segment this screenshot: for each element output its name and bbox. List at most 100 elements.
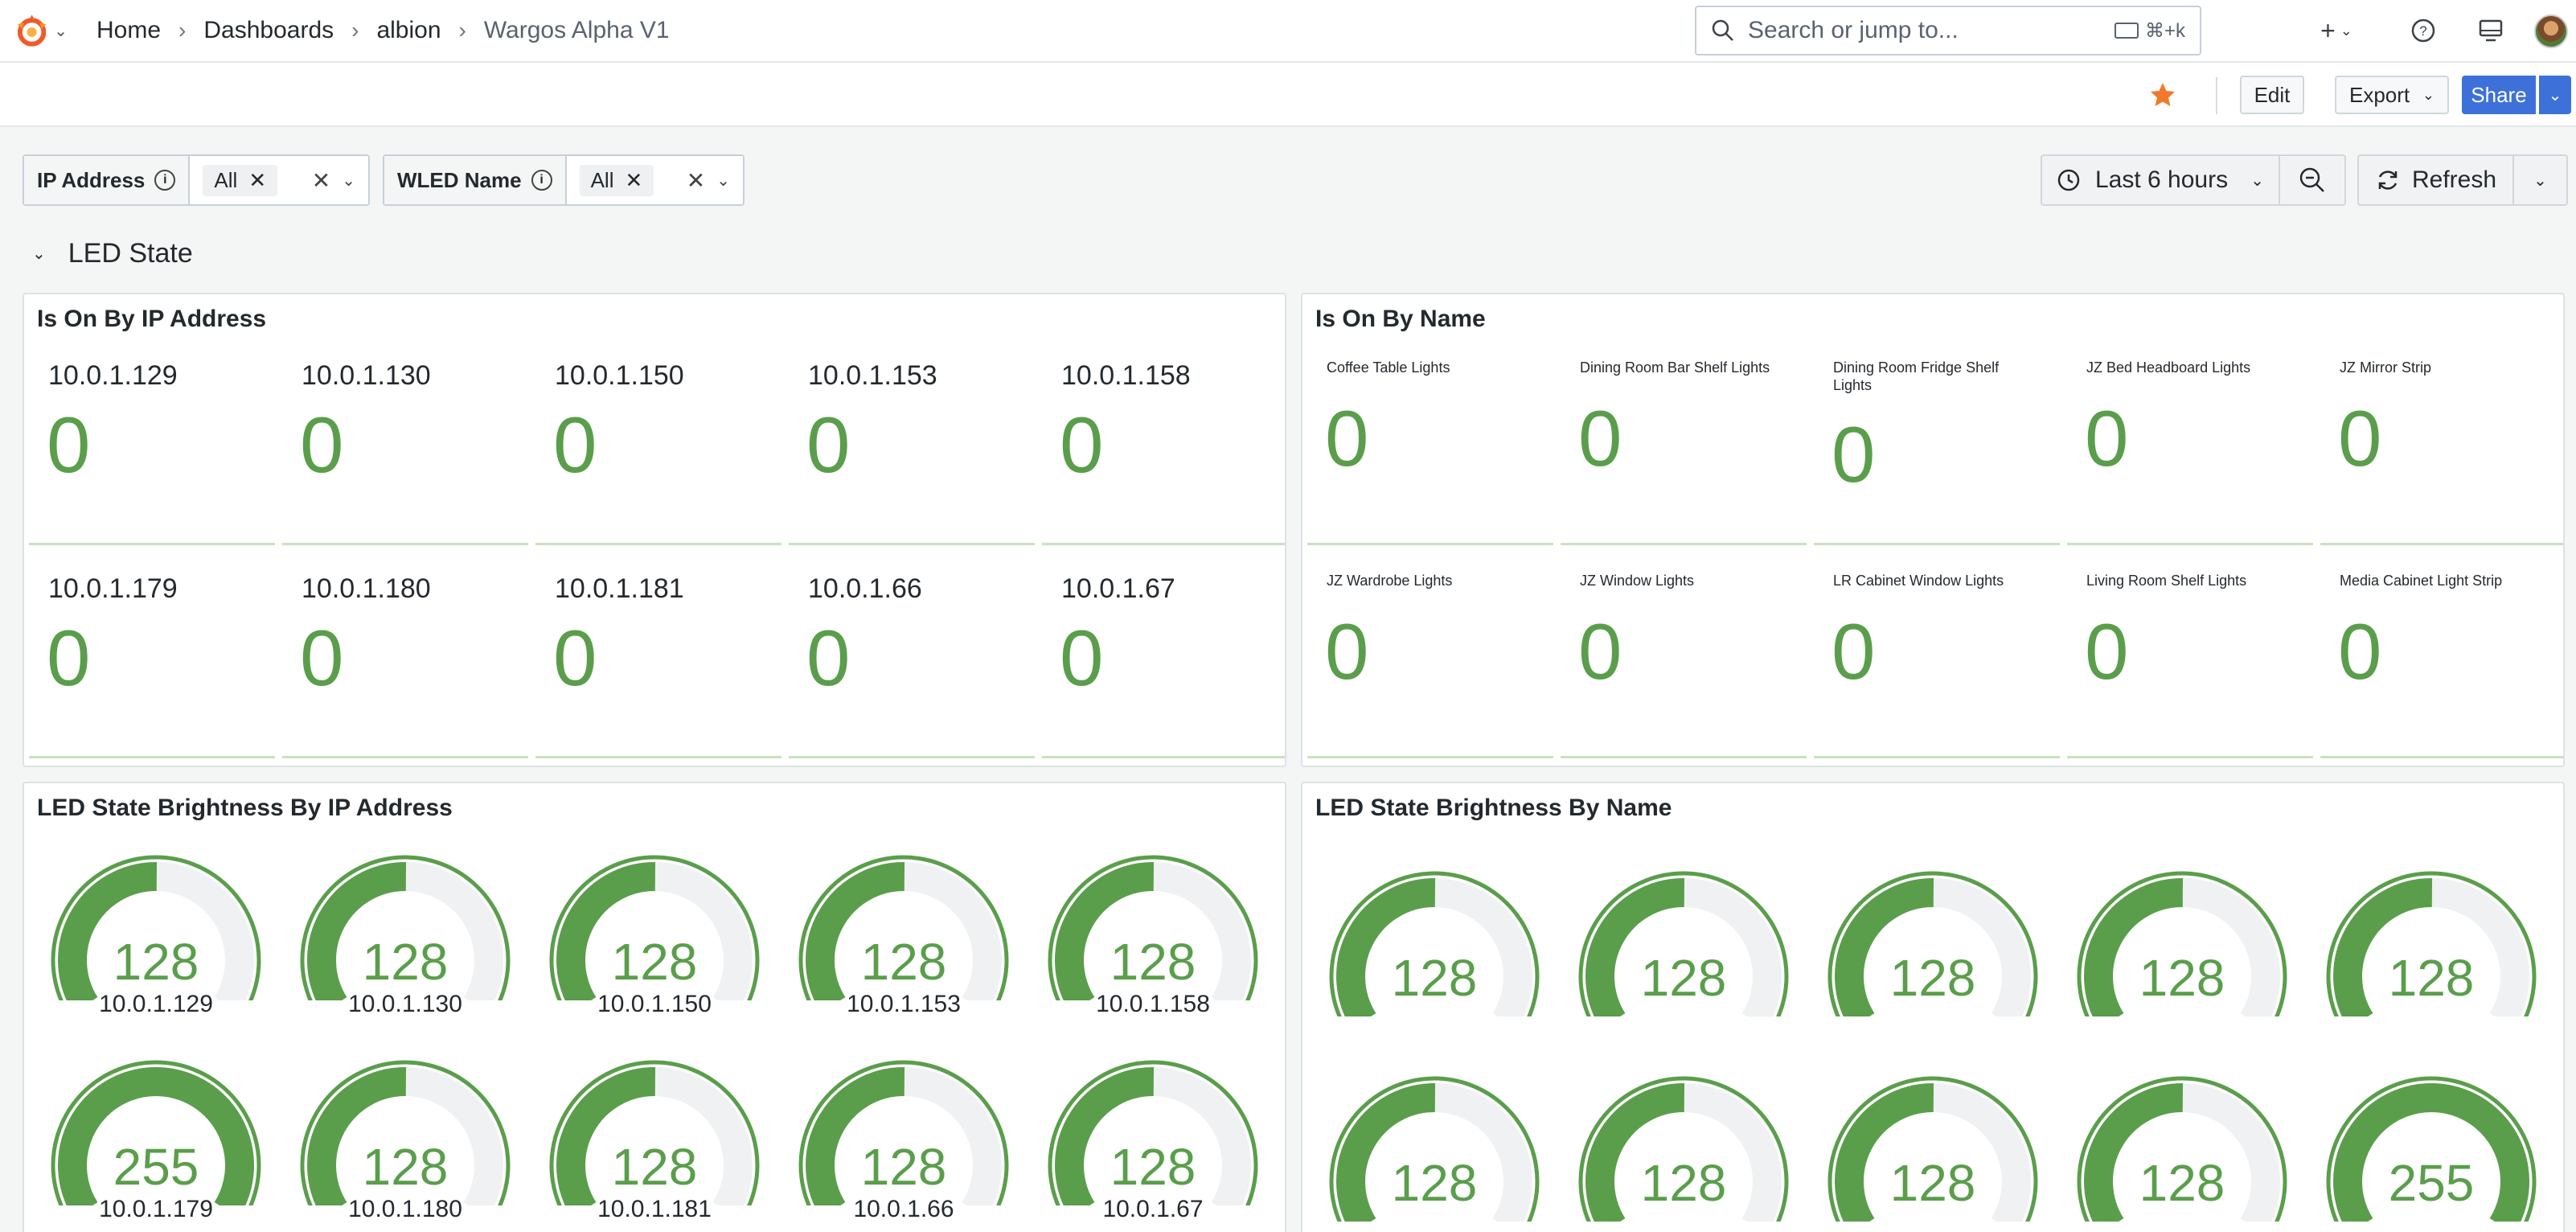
- grafana-logo-icon: [17, 14, 47, 47]
- row-title: LED State: [68, 238, 193, 269]
- export-button[interactable]: Export ⌄: [2335, 76, 2449, 114]
- panel-title[interactable]: LED State Brightness By Name: [1315, 795, 1672, 822]
- info-icon[interactable]: i: [531, 170, 552, 191]
- stat-tile: JZ Wardrobe Lights 0: [1307, 552, 1553, 758]
- stat-label: 10.0.1.150: [555, 360, 684, 391]
- variable-chip-label: All: [214, 167, 238, 192]
- gauge-label: 10.0.1.158: [1096, 991, 1210, 1017]
- chevron-down-icon: ⌄: [2548, 86, 2562, 105]
- search-input[interactable]: [1748, 17, 2115, 44]
- gauge-value: 128: [1889, 1154, 1976, 1212]
- stat-value: 0: [2338, 607, 2382, 696]
- gauge: 128 10.0.1.66: [791, 1053, 1032, 1232]
- gauge-value: 128: [362, 1138, 449, 1196]
- gauge-label: 10.0.1.181: [597, 1196, 712, 1222]
- gauge-value: 128: [1391, 1154, 1478, 1212]
- info-icon[interactable]: i: [154, 170, 176, 191]
- gauge-value: 128: [2139, 949, 2225, 1007]
- panel-title[interactable]: Is On By Name: [1315, 306, 1486, 333]
- gauge: 128 10.0.1.181: [542, 1053, 783, 1232]
- gauge: 128: [2319, 864, 2560, 1065]
- stat-value: 0: [1578, 394, 1622, 483]
- stat-value: 0: [806, 400, 851, 489]
- gauge-label: 10.0.1.66: [853, 1196, 954, 1222]
- keyboard-icon: [2114, 23, 2139, 39]
- stat-tile: 10.0.1.66 0: [789, 552, 1035, 758]
- add-new-button[interactable]: + ⌄: [2312, 11, 2361, 50]
- stat-value: 0: [1832, 607, 1876, 696]
- refresh-interval-button[interactable]: ⌄: [2514, 170, 2566, 191]
- remove-chip-icon[interactable]: ✕: [625, 168, 642, 193]
- grafana-logo-menu[interactable]: ⌄: [13, 11, 68, 50]
- search-box[interactable]: ⌘+k: [1695, 6, 2201, 55]
- breadcrumb-home[interactable]: Home: [96, 17, 161, 44]
- stat-tile: JZ Bed Headboard Lights 0: [2067, 339, 2313, 545]
- variable-chip-label: All: [590, 167, 614, 192]
- breadcrumb-separator-icon: ›: [351, 18, 359, 43]
- breadcrumb-current-dashboard: Wargos Alpha V1: [483, 17, 670, 43]
- gauge-value: 128: [860, 933, 947, 991]
- svg-text:?: ?: [2419, 23, 2426, 39]
- stat-tile: 10.0.1.153 0: [789, 339, 1035, 545]
- dashboard-toolbar: [0, 63, 2576, 127]
- stat-tile: Coffee Table Lights 0: [1307, 339, 1553, 545]
- star-icon[interactable]: [2148, 80, 2177, 109]
- stat-label: Dining Room Bar Shelf Lights: [1580, 359, 1770, 376]
- panel-is-on-by-ip: Is On By IP Address 10.0.1.129 0 10.0.1.13…: [23, 293, 1286, 767]
- gauge: 128 10.0.1.180: [293, 1053, 534, 1232]
- stat-label: JZ Bed Headboard Lights: [2086, 359, 2251, 376]
- gauge: 128 10.0.1.158: [1040, 848, 1282, 1049]
- stat-label: Coffee Table Lights: [1327, 359, 1450, 376]
- variable-select[interactable]: All ✕ ✕ ⌄: [567, 156, 743, 204]
- stat-tile: Dining Room Bar Shelf Lights 0: [1561, 339, 1807, 545]
- panel-title[interactable]: LED State Brightness By IP Address: [37, 795, 453, 822]
- gauge-label: 10.0.1.129: [99, 991, 213, 1017]
- breadcrumb-folder[interactable]: albion: [376, 17, 441, 44]
- time-picker: Last 6 hours ⌄: [2041, 154, 2346, 206]
- plus-icon: +: [2320, 15, 2336, 45]
- kiosk-mode-button[interactable]: [2475, 11, 2507, 50]
- clock-icon: [2057, 169, 2080, 191]
- stat-label: LR Cabinet Window Lights: [1833, 573, 2004, 589]
- refresh-button[interactable]: Refresh: [2359, 156, 2515, 204]
- clear-icon[interactable]: ✕: [687, 167, 705, 194]
- stat-tile: 10.0.1.67 0: [1042, 552, 1285, 758]
- clear-icon[interactable]: ✕: [312, 167, 330, 194]
- edit-button[interactable]: Edit: [2240, 76, 2304, 114]
- stat-tile: Dining Room Fridge Shelf Lights 0: [1814, 339, 2060, 545]
- stat-tile: JZ Mirror Strip 0: [2320, 339, 2563, 545]
- top-navbar: ⌄ Home › Dashboards › albion › Wargos Al…: [0, 0, 2576, 63]
- variable-select[interactable]: All ✕ ✕ ⌄: [190, 156, 368, 204]
- stat-value: 0: [47, 614, 91, 702]
- breadcrumb: Home › Dashboards › albion › Wargos Alph…: [96, 0, 670, 61]
- panel-title[interactable]: Is On By IP Address: [37, 306, 266, 333]
- breadcrumb-dashboards[interactable]: Dashboards: [203, 17, 334, 44]
- variable-wled-name: WLED Name i All ✕ ✕ ⌄: [383, 154, 744, 206]
- stat-value: 0: [47, 400, 91, 489]
- share-options-button[interactable]: ⌄: [2539, 76, 2571, 114]
- share-button[interactable]: Share: [2462, 76, 2536, 114]
- user-avatar[interactable]: [2534, 14, 2568, 48]
- search-shortcut-text: ⌘+k: [2144, 19, 2185, 42]
- stat-value: 0: [300, 614, 344, 702]
- help-button[interactable]: ?: [2409, 11, 2438, 50]
- row-header-led-state[interactable]: ⌄ LED State: [32, 238, 193, 269]
- gauge: 128: [1820, 864, 2061, 1065]
- chevron-down-icon[interactable]: ⌄: [716, 170, 730, 191]
- search-icon: [1712, 19, 1733, 41]
- gauge: 128: [1571, 864, 1812, 1065]
- stat-label: 10.0.1.129: [48, 360, 178, 391]
- remove-chip-icon[interactable]: ✕: [248, 168, 266, 193]
- gauge-label: 10.0.1.179: [99, 1196, 213, 1222]
- zoom-out-button[interactable]: [2280, 156, 2344, 204]
- time-range-button[interactable]: Last 6 hours ⌄: [2042, 156, 2280, 204]
- gauge: 128 10.0.1.129: [43, 848, 285, 1049]
- gauge: 128 10.0.1.150: [542, 848, 783, 1049]
- stat-tile: Living Room Shelf Lights 0: [2067, 552, 2313, 758]
- variable-label-text: IP Address: [37, 167, 146, 192]
- chevron-down-icon[interactable]: ⌄: [342, 170, 355, 191]
- stat-value: 0: [1060, 614, 1104, 702]
- gauge: 128: [1820, 1069, 2061, 1232]
- gauge-label: 10.0.1.130: [348, 991, 462, 1017]
- stat-value: 0: [806, 614, 851, 702]
